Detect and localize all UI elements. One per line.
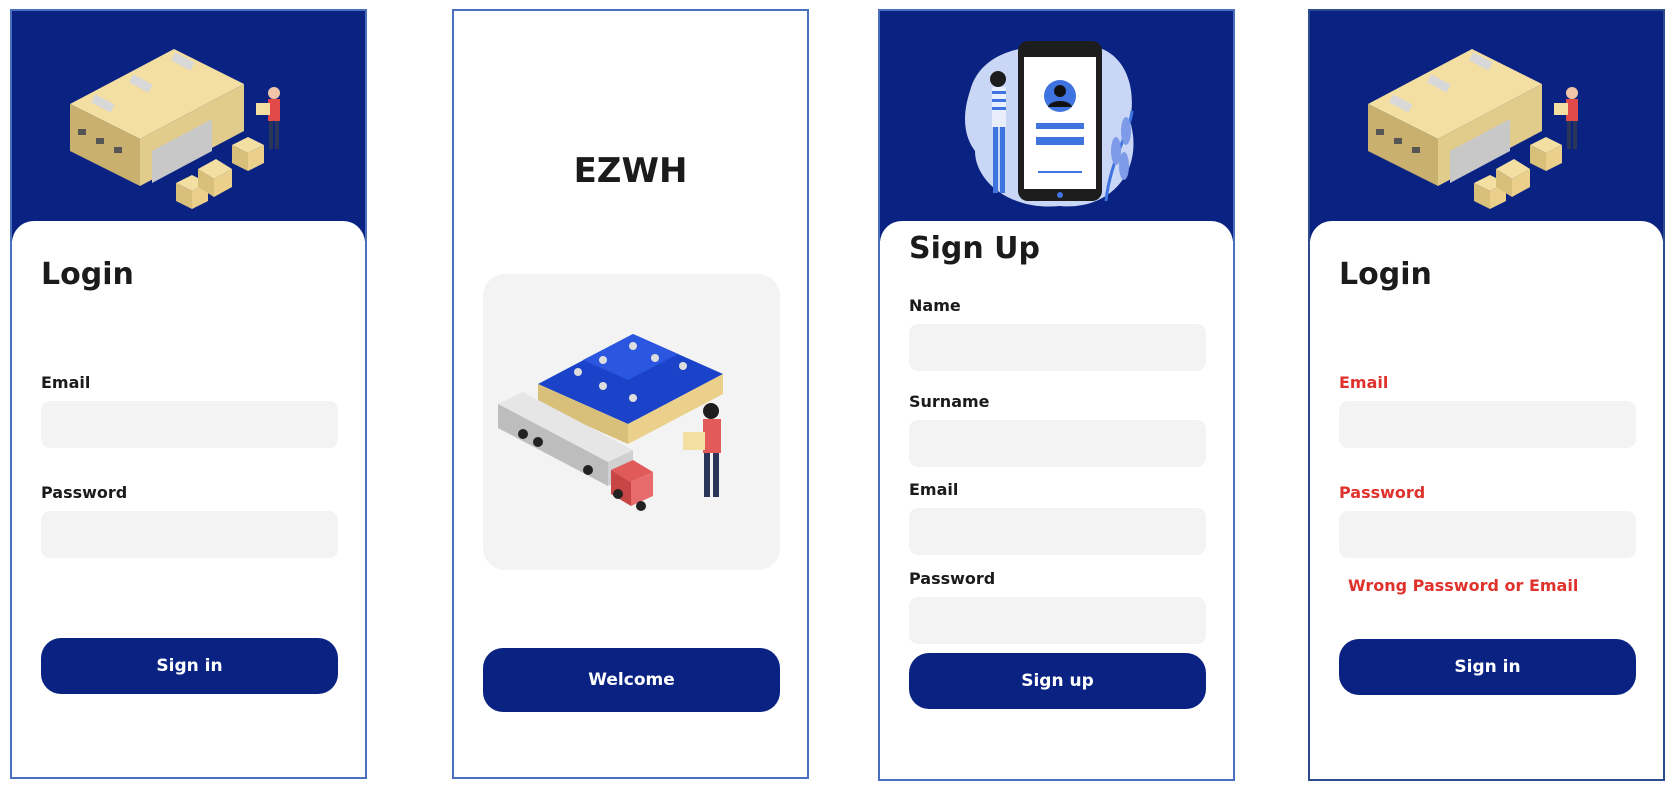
email-field[interactable]: [41, 401, 338, 448]
signup-screen: Sign Up Name Surname Email Password Sign…: [878, 9, 1235, 781]
email-label: Email: [909, 480, 959, 499]
sign-in-button[interactable]: Sign in: [1339, 639, 1636, 695]
login-screen: Login Email Password Sign in: [10, 9, 367, 779]
error-message: Wrong Password or Email: [1348, 576, 1579, 595]
sign-up-button[interactable]: Sign up: [909, 653, 1206, 709]
warehouse-illustration: [1368, 49, 1578, 209]
login-form-card: Login Email Password Sign in: [12, 221, 365, 777]
signup-form-card: Sign Up Name Surname Email Password Sign…: [880, 221, 1233, 779]
name-input[interactable]: [909, 324, 1206, 371]
password-label: Password: [41, 483, 128, 502]
password-field[interactable]: [1339, 511, 1636, 558]
page-title: Sign Up: [909, 231, 1041, 266]
surname-input[interactable]: [909, 420, 1206, 467]
page-title: Login: [1339, 257, 1432, 292]
sign-in-button[interactable]: Sign in: [41, 638, 338, 694]
email-input[interactable]: [1339, 401, 1636, 448]
password-label: Password: [909, 569, 996, 588]
login-error-screen: Login Email Password Wrong Password or E…: [1308, 9, 1665, 781]
illustration-card: [483, 274, 780, 570]
surname-label: Surname: [909, 392, 990, 411]
email-label: Email: [41, 373, 91, 392]
welcome-button[interactable]: Welcome: [483, 648, 780, 712]
name-label: Name: [909, 296, 961, 315]
surname-field[interactable]: [909, 420, 1206, 467]
password-input[interactable]: [1339, 511, 1636, 558]
signup-hero-banner: [880, 11, 1233, 241]
email-field[interactable]: [909, 508, 1206, 555]
page-title: Login: [41, 257, 134, 292]
welcome-screen: EZWH Welcome: [452, 9, 809, 779]
name-field[interactable]: [909, 324, 1206, 371]
password-field[interactable]: [909, 597, 1206, 644]
login-error-form-card: Login Email Password Wrong Password or E…: [1310, 221, 1663, 779]
password-label: Password: [1339, 483, 1426, 502]
password-field[interactable]: [41, 511, 338, 558]
login-hero-banner: [12, 11, 365, 241]
warehouse-truck-illustration: [498, 334, 723, 511]
warehouse-illustration: [70, 49, 280, 209]
email-field[interactable]: [1339, 401, 1636, 448]
password-input[interactable]: [41, 511, 338, 558]
login-error-hero-banner: [1310, 11, 1663, 241]
email-input[interactable]: [41, 401, 338, 448]
email-input[interactable]: [909, 508, 1206, 555]
app-name: EZWH: [573, 151, 688, 191]
phone-profile-illustration: [965, 41, 1134, 207]
email-label: Email: [1339, 373, 1389, 392]
password-input[interactable]: [909, 597, 1206, 644]
